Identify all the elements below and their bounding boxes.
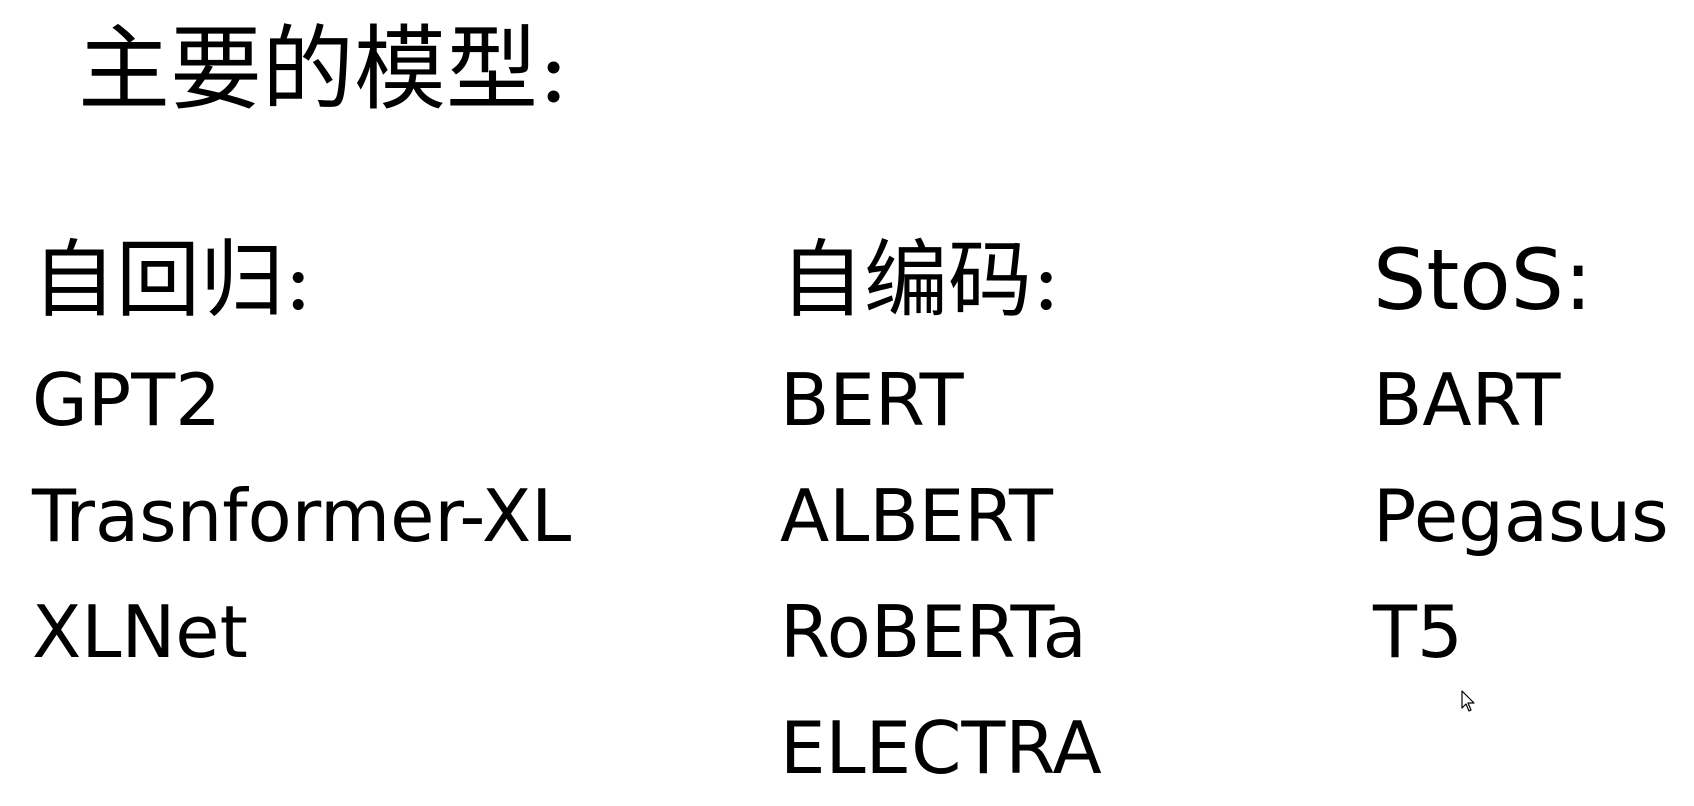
model-item: Pegasus bbox=[1373, 474, 1669, 558]
column-autoencoding: 自编码: BERT ALBERT RoBERTa ELECTRA bbox=[780, 230, 1102, 806]
column-heading-stos: StoS: bbox=[1373, 231, 1593, 329]
column-stos: StoS: BART Pegasus T5 bbox=[1373, 230, 1669, 690]
slide-title: 主要的模型: bbox=[78, 16, 569, 123]
model-item: GPT2 bbox=[32, 358, 221, 442]
column-autoregressive: 自回归: GPT2 Trasnformer-XL XLNet bbox=[32, 230, 571, 690]
model-item: T5 bbox=[1373, 590, 1463, 674]
model-item: BART bbox=[1373, 358, 1561, 442]
model-item: Trasnformer-XL bbox=[32, 474, 572, 558]
mouse-pointer-icon bbox=[1461, 690, 1475, 712]
model-item: RoBERTa bbox=[780, 590, 1087, 674]
model-item: BERT bbox=[780, 358, 964, 442]
model-item: ALBERT bbox=[780, 474, 1054, 558]
column-heading-autoencoding: 自编码: bbox=[780, 231, 1061, 329]
model-item: XLNet bbox=[32, 590, 248, 674]
column-heading-autoregressive: 自回归: bbox=[32, 231, 313, 329]
model-item: ELECTRA bbox=[780, 706, 1102, 790]
slide: 主要的模型: 自回归: GPT2 Trasnformer-XL XLNet 自编… bbox=[0, 0, 1694, 805]
